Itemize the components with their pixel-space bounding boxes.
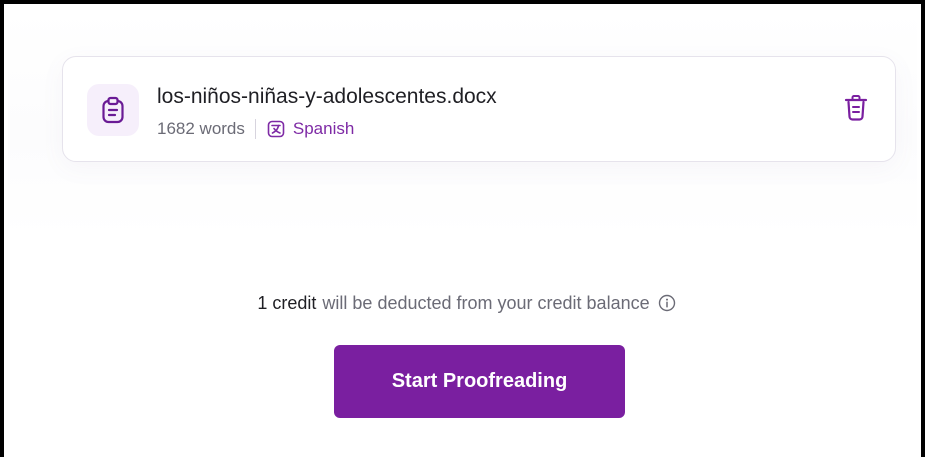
start-proofreading-button[interactable]: Start Proofreading (334, 345, 625, 418)
translate-icon (267, 120, 285, 138)
app-frame: los-niños-niñas-y-adolescentes.docx 1682… (0, 0, 925, 457)
delete-file-button[interactable] (841, 91, 871, 125)
clipboard-document-icon (87, 84, 139, 136)
credit-amount: 1 credit (257, 293, 317, 313)
credit-notice-text: will be deducted from your credit balanc… (322, 293, 650, 313)
word-count: 1682 words (157, 119, 245, 138)
uploaded-file-card: los-niños-niñas-y-adolescentes.docx 1682… (62, 56, 896, 162)
credit-notice: 1 credit will be deducted from your credi… (4, 293, 925, 314)
language-label[interactable]: Spanish (293, 119, 354, 139)
meta-divider (254, 119, 256, 139)
file-name: los-niños-niñas-y-adolescentes.docx (157, 85, 497, 108)
info-icon[interactable] (658, 294, 676, 312)
trash-icon (844, 95, 868, 121)
file-meta: 1682 words Spanish (157, 119, 354, 139)
